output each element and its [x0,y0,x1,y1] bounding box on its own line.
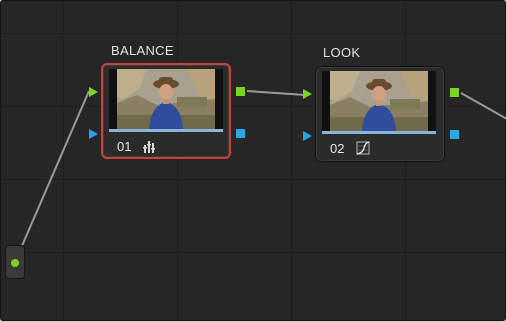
rgb-output-port[interactable] [236,87,245,96]
source-output-icon[interactable] [11,259,19,267]
node-number: 01 [117,139,132,154]
node-01-balance[interactable]: 01 [101,63,231,159]
connection-source-to-balance [14,90,90,263]
node-number: 02 [330,141,345,156]
rgb-output-port[interactable] [450,88,459,97]
node-thumbnail [109,69,223,129]
node-02-look[interactable]: 02 [315,66,445,162]
alpha-input-port[interactable] [303,131,312,141]
alpha-output-port[interactable] [236,129,245,138]
color-wheels-icon [143,141,155,153]
alpha-input-port[interactable] [89,129,98,139]
connection-balance-to-look [246,90,306,96]
node-title-look: LOOK [323,45,361,60]
node-thumbnail [322,71,436,131]
node-progress-bar [322,131,436,134]
node-title-balance: BALANCE [111,43,174,58]
connection-look-to-next [460,92,506,120]
rgb-input-port[interactable] [303,89,312,99]
thumbnail-image [117,69,215,129]
rgb-input-port[interactable] [89,87,98,97]
alpha-output-port[interactable] [450,130,459,139]
source-output-node[interactable] [5,245,25,279]
curves-icon [356,141,370,155]
thumbnail-image [330,71,428,131]
node-graph-canvas[interactable]: BALANCE 01 LOOK 02 [0,0,506,321]
node-progress-bar [109,129,223,132]
